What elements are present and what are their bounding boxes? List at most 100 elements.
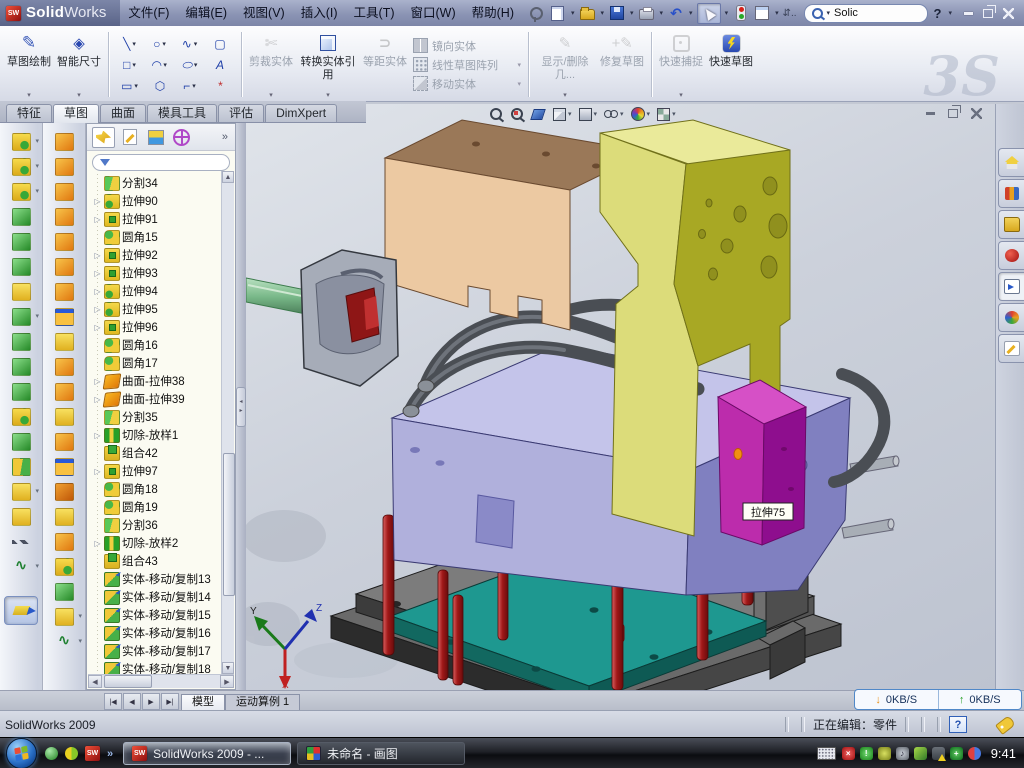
feature-tree-item[interactable]: ▷ 组合43	[93, 552, 235, 570]
sketch-fillet-tool[interactable]: ⌐▾	[175, 75, 205, 96]
feature-tree-item[interactable]: ▷ 圆角17	[93, 354, 235, 372]
sync-icon[interactable]	[914, 747, 927, 760]
feature-tree-item[interactable]: ▷ 组合42	[93, 444, 235, 462]
expand-arrow-icon[interactable]: ▷	[93, 251, 102, 260]
tag-icon[interactable]	[995, 715, 1016, 735]
ime-keyboard-icon[interactable]	[817, 747, 836, 760]
feature-tree-item[interactable]: ▷ 拉伸94	[93, 282, 235, 300]
design-library-tab[interactable]	[998, 179, 1024, 208]
repair-sketch-button[interactable]: +✎ 修复草图	[597, 28, 647, 101]
commandmanager-tab[interactable]: DimXpert	[265, 104, 337, 122]
planar-surface-icon[interactable]	[43, 279, 85, 304]
update-badge-icon[interactable]	[878, 747, 891, 760]
spline-tool[interactable]: ∿▾	[175, 33, 205, 54]
feature-tree-item[interactable]: ▷ 拉伸92	[93, 246, 235, 264]
minimize-icon[interactable]	[964, 12, 973, 15]
fillet-surface-icon[interactable]	[43, 554, 85, 579]
expand-arrow-icon[interactable]: ▷	[93, 539, 102, 548]
menu-item[interactable]: 编辑(E)	[177, 0, 235, 26]
close-icon[interactable]	[1003, 8, 1014, 19]
view-palette-tab[interactable]	[998, 272, 1024, 301]
draft-icon[interactable]	[0, 354, 42, 379]
radiate-surface-icon[interactable]	[43, 329, 85, 354]
taskbar-clock[interactable]: 9:41	[991, 746, 1016, 761]
feature-tree-item[interactable]: ▷ 拉伸91	[93, 210, 235, 228]
feature-tree-item[interactable]: ▷ 拉伸97	[93, 462, 235, 480]
dropdown-arrow-icon[interactable]: ▾	[601, 9, 605, 17]
expand-arrow-icon[interactable]: ▷	[93, 287, 102, 296]
feature-tree-item[interactable]: ▷ 分割35	[93, 408, 235, 426]
taskbar-window-button[interactable]: SW SolidWorks 2009 - ...	[123, 742, 291, 765]
solidworks-resources-tab[interactable]	[998, 241, 1024, 270]
search-dropdown-icon[interactable]: ▾	[827, 9, 831, 17]
feature-tree-item[interactable]: ▷ 切除-放样1	[93, 426, 235, 444]
feature-tree-item[interactable]: ▷ 分割36	[93, 516, 235, 534]
zoom-area-icon[interactable]	[511, 108, 525, 120]
extend-surface-icon[interactable]	[43, 379, 85, 404]
circle-tool[interactable]: ○▾	[145, 33, 175, 54]
feature-tree-item[interactable]: ▷ 实体-移动/复制13	[93, 570, 235, 588]
panel-chevron-icon[interactable]: »	[222, 131, 230, 143]
dome-icon[interactable]	[43, 579, 85, 604]
scroll-up-icon[interactable]: ▲	[222, 171, 234, 183]
knit-surface-icon[interactable]	[43, 354, 85, 379]
convert-entities-button[interactable]: 转换实体引用▾	[296, 28, 360, 101]
commandmanager-tab[interactable]: 特征	[6, 104, 52, 122]
doc-restore-icon[interactable]	[948, 109, 958, 118]
restore-icon[interactable]	[983, 9, 993, 18]
text-tool[interactable]: A	[205, 54, 235, 75]
quick-tips-button[interactable]: ?	[949, 716, 967, 733]
curve-icon[interactable]	[0, 554, 42, 579]
custom-properties-tab[interactable]	[998, 334, 1024, 363]
wrap-icon[interactable]	[0, 279, 42, 304]
scroll-down-icon[interactable]: ▼	[222, 662, 234, 674]
boundary-surface-icon[interactable]	[43, 229, 85, 254]
feature-tree-item[interactable]: ▷ 实体-移动/复制16	[93, 624, 235, 642]
options-icon[interactable]	[753, 4, 771, 22]
menu-item[interactable]: 窗口(W)	[403, 0, 464, 26]
commandmanager-tab[interactable]: 草图	[53, 104, 99, 123]
search-input[interactable]: Solic	[834, 7, 858, 19]
propertymanager-tab[interactable]	[118, 127, 141, 148]
feature-tree-item[interactable]: ▷ 曲面-拉伸39	[93, 390, 235, 408]
pattern-icon[interactable]	[0, 304, 42, 329]
boundary-boss-icon[interactable]	[0, 254, 42, 279]
extruded-cut-icon[interactable]	[0, 154, 42, 179]
print-icon[interactable]	[638, 4, 656, 22]
view-orientation-icon[interactable]: ▾	[553, 108, 572, 121]
split-icon[interactable]	[0, 404, 42, 429]
scrollbar-thumb[interactable]	[104, 675, 152, 688]
scrollbar-thumb[interactable]	[223, 453, 235, 596]
dropdown-arrow-icon[interactable]: ▾	[630, 9, 634, 17]
rib-icon[interactable]	[0, 329, 42, 354]
graphics-viewport[interactable]: X Y Z 拉伸75 ▾ ▾ ▾ ▾	[246, 104, 996, 690]
polygon-tool[interactable]: ⬡	[145, 75, 175, 96]
appearances-icon[interactable]: ▾	[631, 107, 651, 121]
tab-nav-button[interactable]: ◀	[123, 693, 141, 710]
mirror-entities-button[interactable]: 镜向实体	[413, 38, 521, 54]
combine-icon[interactable]	[0, 429, 42, 454]
extruded-boss-icon[interactable]	[0, 129, 42, 154]
reference-axis-icon[interactable]	[0, 529, 42, 554]
commandmanager-tab[interactable]: 模具工具	[147, 104, 217, 122]
scene-icon[interactable]: ▾	[657, 108, 676, 121]
curve-icon[interactable]	[43, 629, 85, 654]
panel-splitter[interactable]: ◂▸	[236, 123, 246, 690]
swept-surface-icon[interactable]	[43, 179, 85, 204]
instant3d-button[interactable]	[4, 596, 38, 625]
dropdown-arrow-icon[interactable]: ▾	[775, 9, 779, 17]
arc-tool[interactable]: ◠▾	[145, 54, 175, 75]
dropdown-arrow-icon[interactable]: ▾	[948, 9, 952, 17]
home-tab[interactable]	[998, 148, 1024, 177]
new-document-icon[interactable]	[549, 4, 567, 22]
select-tool-button[interactable]	[697, 3, 721, 24]
insert-part-icon[interactable]	[43, 604, 85, 629]
search-box[interactable]: ▾ Solic	[804, 4, 928, 23]
menu-item[interactable]: 文件(F)	[120, 0, 177, 26]
linear-sketch-pattern-button[interactable]: 线性草图阵列▾	[413, 57, 521, 73]
appearances-tab[interactable]	[998, 303, 1024, 332]
untrim-surface-icon[interactable]	[43, 429, 85, 454]
feature-tree-item[interactable]: ▷ 实体-移动/复制15	[93, 606, 235, 624]
feature-tree-item[interactable]: ▷ 分割34	[93, 174, 235, 192]
rebuild-icon[interactable]	[732, 4, 750, 22]
